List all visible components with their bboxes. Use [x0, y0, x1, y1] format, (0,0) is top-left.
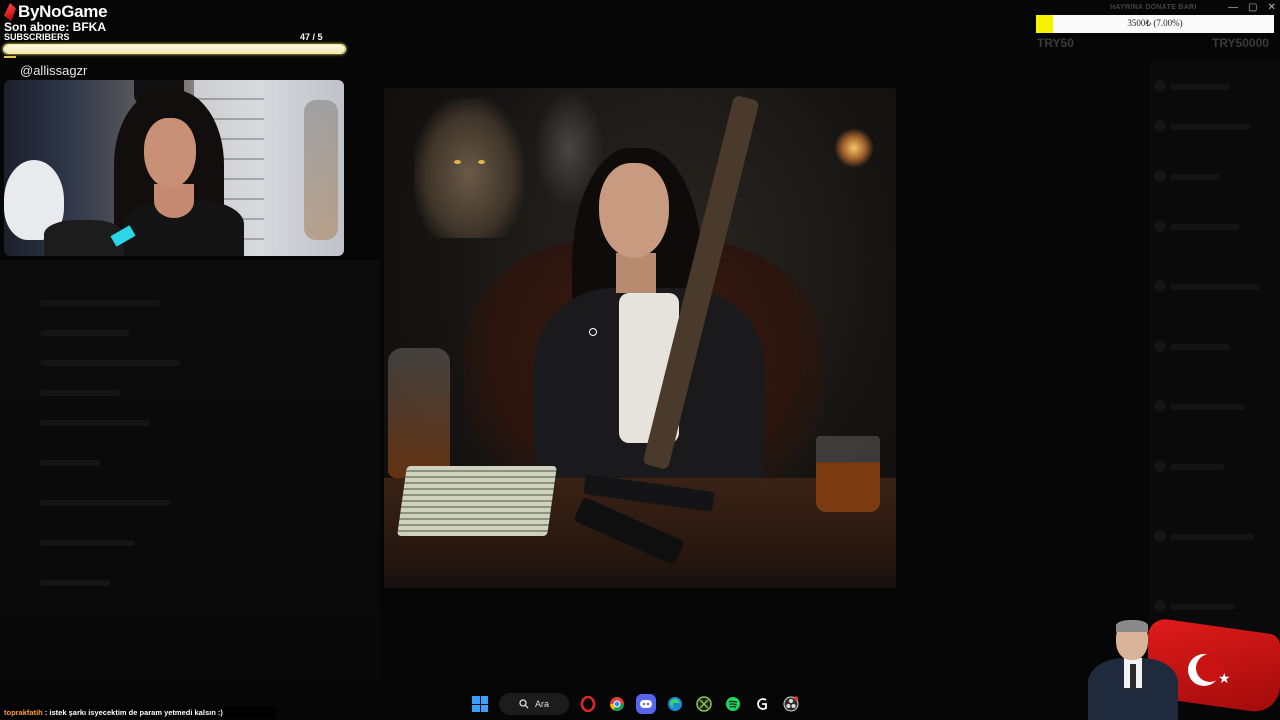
- xbox-icon[interactable]: [694, 694, 714, 714]
- chat-username: toprakfatih: [4, 708, 43, 717]
- discord-icon[interactable]: [636, 694, 656, 714]
- chrome-icon[interactable]: [607, 694, 627, 714]
- wolf-head-decoration: [414, 98, 524, 238]
- maximize-icon[interactable]: ▢: [1248, 2, 1257, 13]
- opera-icon[interactable]: [578, 694, 598, 714]
- subscribers-label: SUBSCRIBERS: [4, 32, 70, 42]
- subscribers-progress-bar: [3, 44, 346, 54]
- whiskey-glass: [816, 436, 880, 512]
- donate-min-label: TRY50: [1037, 36, 1074, 50]
- donate-progress-bar: 3500₺ (7.00%): [1036, 15, 1274, 33]
- taskbar: Ara: [470, 690, 801, 718]
- donate-bar-title: HAYRINA DONATE BARI: [1110, 4, 1197, 11]
- windows-start-icon[interactable]: [470, 694, 490, 714]
- spotify-icon[interactable]: [723, 694, 743, 714]
- brand-name: ByNoGame: [18, 2, 108, 21]
- bynogame-logo-icon: [4, 3, 16, 21]
- image-viewer[interactable]: [384, 88, 896, 588]
- progress-marker: [4, 56, 16, 58]
- turkish-flag-portrait-decoration: ★: [1068, 614, 1280, 720]
- app-g-icon[interactable]: [752, 694, 772, 714]
- obs-icon[interactable]: [781, 694, 801, 714]
- brand-logo: ByNoGame: [4, 2, 108, 22]
- search-label: Ara: [534, 699, 549, 709]
- taskbar-search[interactable]: Ara: [499, 693, 569, 715]
- subscribers-count: 47 / 5: [300, 32, 323, 42]
- close-icon[interactable]: ✕: [1267, 2, 1275, 13]
- subscribers-progress-fill: [4, 45, 345, 53]
- chat-message: toprakfatih : istek şarkı isyecektim de …: [0, 706, 276, 719]
- donate-progress-text: 3500₺ (7.00%): [1127, 18, 1183, 28]
- money-stack: [397, 466, 557, 536]
- webcam-feed: [4, 80, 344, 256]
- edge-icon[interactable]: [665, 694, 685, 714]
- donate-max-label: TRY50000: [1212, 36, 1269, 50]
- background-window-left: [0, 260, 380, 680]
- mouse-cursor-icon: [589, 328, 597, 336]
- background-window-right: [1150, 60, 1280, 680]
- search-icon: [519, 699, 529, 709]
- chat-text: : istek şarkı isyecektim de param yetmed…: [42, 708, 223, 717]
- window-controls[interactable]: — ▢ ✕: [1228, 2, 1276, 13]
- streamer-handle: @allissagzr: [20, 63, 88, 78]
- minimize-icon[interactable]: —: [1228, 2, 1238, 13]
